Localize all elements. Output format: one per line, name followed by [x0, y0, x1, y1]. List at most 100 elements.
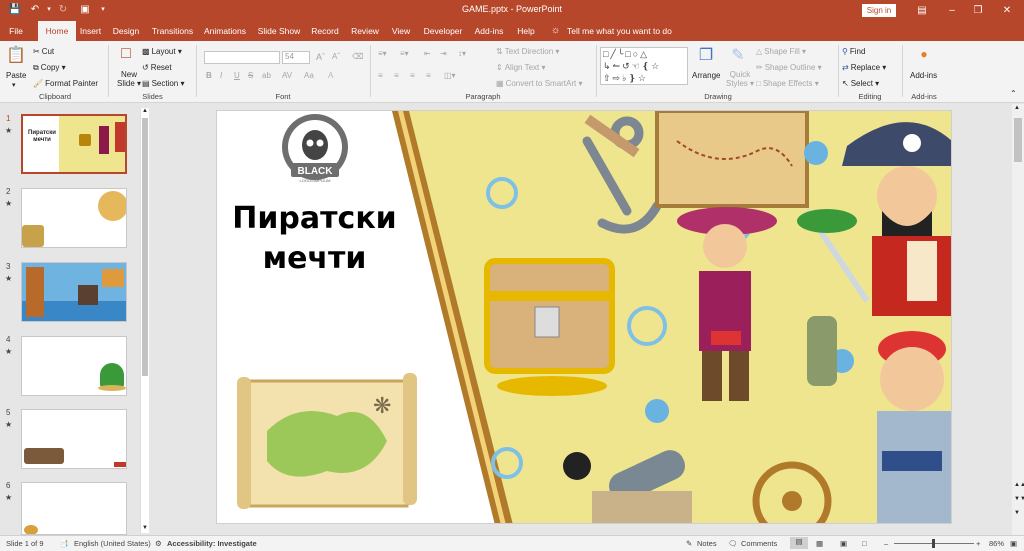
- thumbnail-scroll-thumb[interactable]: [142, 118, 148, 376]
- tab-insert[interactable]: Insert: [77, 21, 104, 41]
- font-color-button[interactable]: A: [328, 71, 333, 80]
- slideshow-view-icon[interactable]: □: [862, 539, 867, 548]
- tab-view[interactable]: View: [388, 21, 414, 41]
- tab-transitions[interactable]: Transitions: [149, 21, 196, 41]
- numbering-icon[interactable]: ≡▾: [400, 49, 409, 58]
- thumbnail-scrollbar[interactable]: ▲ ▼: [140, 108, 149, 533]
- convert-smartart-button[interactable]: ▦ Convert to SmartArt ▾: [496, 79, 583, 88]
- comments-button[interactable]: Comments: [741, 539, 777, 548]
- slide-thumbnail-6[interactable]: [21, 482, 127, 535]
- shrink-font-button[interactable]: Aˇ: [332, 52, 340, 61]
- tell-me-search[interactable]: Tell me what you want to do: [567, 21, 672, 41]
- tab-animations[interactable]: Animations: [201, 21, 249, 41]
- tab-developer[interactable]: Developer: [421, 21, 465, 41]
- slide-thumbnail-3[interactable]: [21, 262, 127, 322]
- maximize-button[interactable]: ❐: [967, 2, 989, 19]
- underline-button[interactable]: U: [234, 71, 240, 80]
- find-button[interactable]: ⚲ Find: [842, 47, 865, 56]
- justify-icon[interactable]: ≡: [426, 71, 431, 80]
- slide-thumbnail-4[interactable]: [21, 336, 127, 396]
- font-name-combo[interactable]: [204, 51, 280, 64]
- bold-button[interactable]: B: [206, 71, 212, 80]
- increase-indent-icon[interactable]: ⇥: [440, 49, 447, 58]
- ribbon-display-options-icon[interactable]: ▤: [911, 2, 933, 19]
- close-button[interactable]: ✕: [996, 2, 1018, 19]
- shape-outline-button[interactable]: ✏ Shape Outline ▾: [756, 63, 822, 72]
- character-spacing-button[interactable]: AV: [282, 71, 292, 80]
- zoom-slider-thumb[interactable]: [932, 539, 935, 548]
- paste-dropdown-icon[interactable]: ▾: [12, 81, 16, 89]
- zoom-level[interactable]: 86%: [989, 539, 1004, 548]
- tab-help[interactable]: Help: [512, 21, 540, 41]
- shape-effects-button[interactable]: □ Shape Effects ▾: [756, 79, 819, 88]
- new-slide-button[interactable]: New Slide ▾: [117, 70, 141, 88]
- slide-vertical-scrollbar[interactable]: ▲ ▲▲ ▼▼ ▼: [1012, 104, 1024, 535]
- fit-slide-icon[interactable]: ▣: [1010, 539, 1017, 548]
- normal-view-icon[interactable]: ▤: [790, 537, 808, 549]
- slide-thumbnail-5[interactable]: [21, 409, 127, 469]
- tab-add-ins[interactable]: Add-ins: [471, 21, 507, 41]
- strikethrough-button[interactable]: S: [248, 71, 253, 80]
- scroll-down-icon[interactable]: ▼: [141, 525, 149, 533]
- scroll-down-icon[interactable]: ▼: [1014, 510, 1020, 516]
- slide-title[interactable]: Пиратски мечти: [217, 199, 412, 279]
- collapse-ribbon-icon[interactable]: ⌃: [1010, 89, 1017, 98]
- language-indicator[interactable]: English (United States): [74, 539, 151, 548]
- reset-button[interactable]: ↺ Reset: [142, 63, 172, 72]
- replace-button[interactable]: ⇄ Replace ▾: [842, 63, 886, 72]
- tab-design[interactable]: Design: [110, 21, 142, 41]
- tab-record[interactable]: Record: [308, 21, 342, 41]
- change-case-button[interactable]: Aa: [304, 71, 314, 80]
- grow-font-button[interactable]: Aˆ: [316, 52, 325, 62]
- tab-home[interactable]: Home: [38, 21, 76, 41]
- align-right-icon[interactable]: ≡: [410, 71, 415, 80]
- layout-button[interactable]: ▩ Layout ▾: [142, 47, 182, 56]
- quick-styles-button[interactable]: Quick Styles ▾: [726, 70, 754, 88]
- reading-view-icon[interactable]: ▣: [840, 539, 847, 548]
- cut-button[interactable]: ✂ Cut: [33, 47, 54, 56]
- line-spacing-icon[interactable]: ↕▾: [458, 49, 466, 58]
- current-slide[interactable]: ❋ BLACK LOGOSIMPLIUM Пиратски мечти: [216, 110, 952, 524]
- bullets-icon[interactable]: ≡▾: [378, 49, 387, 58]
- next-slide-icon[interactable]: ▼▼: [1014, 496, 1024, 502]
- shape-fill-button[interactable]: △ Shape Fill ▾: [756, 47, 806, 56]
- sign-in-button[interactable]: Sign in: [862, 4, 896, 17]
- slide-thumbnail-2[interactable]: [21, 188, 127, 248]
- slide-scroll-thumb[interactable]: [1014, 118, 1022, 162]
- text-direction-button[interactable]: ⇅ Text Direction ▾: [496, 47, 559, 56]
- shape-fill-label: Shape Fill: [764, 47, 800, 56]
- section-button[interactable]: ▤ Section ▾: [142, 79, 185, 88]
- scroll-up-icon[interactable]: ▲: [1014, 105, 1020, 111]
- copy-button[interactable]: ⧉ Copy ▾: [33, 63, 66, 73]
- tab-file[interactable]: File: [3, 21, 29, 41]
- align-left-icon[interactable]: ≡: [378, 71, 383, 80]
- slide-sorter-icon[interactable]: ▦: [816, 539, 823, 548]
- align-center-icon[interactable]: ≡: [394, 71, 399, 80]
- thumbnail-number: 4: [6, 335, 11, 344]
- minimize-button[interactable]: –: [941, 2, 963, 19]
- decrease-indent-icon[interactable]: ⇤: [424, 49, 431, 58]
- shapes-gallery[interactable]: □╱╰□○△ ↳↼↺☜❴☆ ⇧⇨♭❵☆: [600, 47, 688, 85]
- columns-icon[interactable]: ◫▾: [444, 71, 456, 80]
- notes-button[interactable]: Notes: [697, 539, 717, 548]
- tab-review[interactable]: Review: [348, 21, 382, 41]
- drawing-group-label: Drawing: [704, 92, 732, 101]
- arrange-button[interactable]: Arrange: [692, 71, 720, 80]
- zoom-in-button[interactable]: +: [976, 539, 980, 548]
- font-size-combo[interactable]: 54: [282, 51, 310, 64]
- accessibility-status[interactable]: Accessibility: Investigate: [167, 539, 257, 548]
- spellcheck-icon[interactable]: 📑: [59, 539, 68, 548]
- zoom-out-button[interactable]: –: [884, 539, 888, 548]
- add-ins-button[interactable]: Add-ins: [910, 71, 937, 80]
- previous-slide-icon[interactable]: ▲▲: [1014, 482, 1024, 488]
- clear-formatting-icon[interactable]: ⌫: [352, 52, 363, 61]
- italic-button[interactable]: I: [220, 71, 222, 80]
- format-painter-button[interactable]: 🖌 Format Painter: [33, 79, 98, 88]
- text-shadow-button[interactable]: ab: [262, 71, 271, 80]
- select-button[interactable]: ↖ Select ▾: [842, 79, 879, 88]
- tab-slide-show[interactable]: Slide Show: [256, 21, 302, 41]
- scroll-up-icon[interactable]: ▲: [141, 108, 149, 116]
- align-text-button[interactable]: ⇕ Align Text ▾: [496, 63, 546, 72]
- slide-thumbnail-1[interactable]: Пиратски мечти: [21, 114, 127, 174]
- paste-button[interactable]: Paste: [6, 71, 26, 80]
